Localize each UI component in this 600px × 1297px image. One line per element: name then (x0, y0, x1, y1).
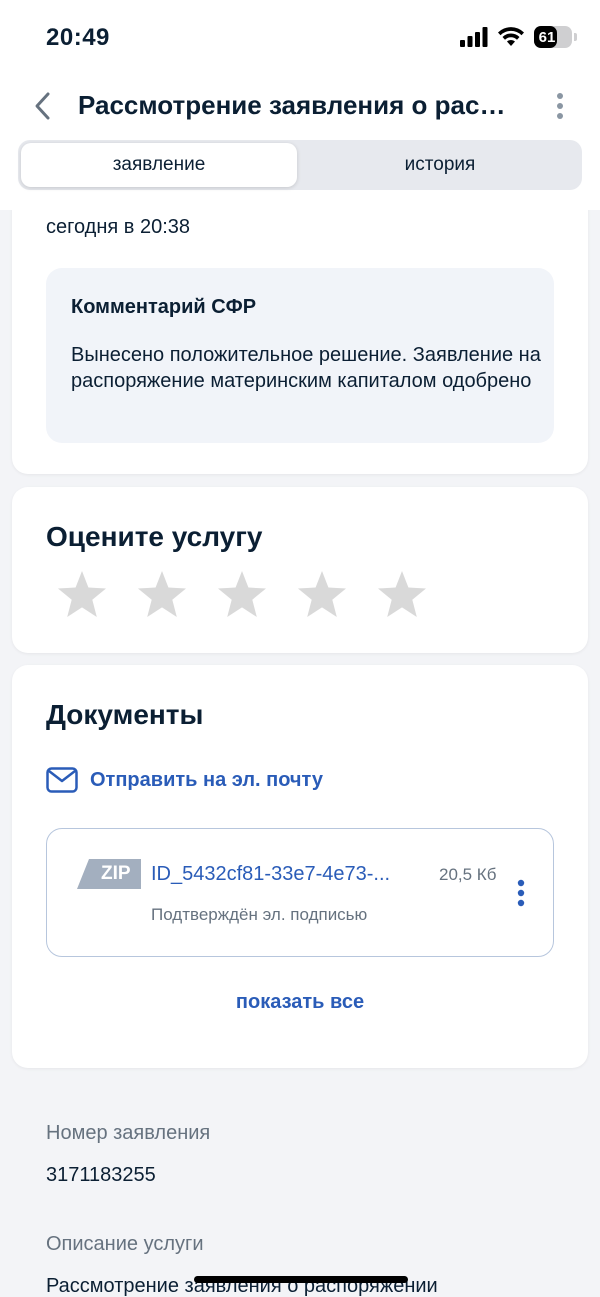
documents-title: Документы (46, 699, 204, 730)
page-title: Рассмотрение заявления о распоряжении (78, 90, 518, 120)
star-icon-2[interactable] (136, 569, 188, 621)
cellular-signal-icon (460, 27, 488, 47)
star-icon-1[interactable] (56, 569, 108, 621)
show-all-button[interactable]: показать все (12, 991, 588, 1014)
send-email-label: Отправить на эл. почту (90, 768, 323, 791)
file-name-link[interactable]: ID_5432cf81-33e7-4e73-... (151, 863, 427, 886)
application-number-label: Номер заявления (46, 1122, 211, 1144)
file-signature-status: Подтверждён эл. подписью (151, 905, 368, 924)
more-options-button[interactable] (546, 88, 574, 124)
service-description-label: Описание услуги (46, 1233, 204, 1255)
comment-text: Вынесено положительное решение. Заявлени… (71, 344, 541, 392)
application-number-value: 3171183255 (46, 1164, 156, 1186)
comment-box: Комментарий СФР Вынесено положительное р… (46, 268, 554, 443)
chevron-left-icon (35, 92, 50, 120)
star-icon-4[interactable] (296, 569, 348, 621)
home-indicator (194, 1276, 408, 1283)
file-item[interactable]: ZIP ID_5432cf81-33e7-4e73-... 20,5 Кб По… (46, 828, 554, 957)
rating-stars (56, 569, 428, 621)
envelope-icon (46, 767, 78, 793)
battery-cap (574, 33, 577, 41)
status-card: сегодня в 20:38 Комментарий СФР Вынесено… (12, 180, 588, 474)
status-time: 20:49 (46, 24, 110, 51)
comment-title: Комментарий СФР (71, 296, 257, 318)
wifi-icon (498, 27, 524, 46)
tab-bar: заявление история (18, 140, 582, 190)
status-date: сегодня в 20:38 (46, 216, 190, 238)
star-icon-5[interactable] (376, 569, 428, 621)
file-menu-button[interactable] (511, 877, 531, 909)
battery-icon: 61 (534, 26, 577, 48)
vertical-dots-icon (517, 879, 525, 907)
header: Рассмотрение заявления о распоряжении за… (0, 76, 600, 210)
documents-card: Документы Отправить на эл. почту ZIP ID_… (12, 665, 588, 1068)
file-type-label: ZIP (101, 863, 131, 884)
send-email-button[interactable]: Отправить на эл. почту (46, 767, 323, 793)
screen: 20:49 61 сегодня в 20:38 Комментарий СФР… (0, 0, 600, 1297)
status-icons: 61 (460, 26, 577, 48)
rating-title: Оцените услугу (46, 521, 263, 552)
back-button[interactable] (26, 88, 58, 124)
star-icon-3[interactable] (216, 569, 268, 621)
tab-application[interactable]: заявление (21, 143, 297, 187)
file-size: 20,5 Кб (439, 865, 497, 884)
rating-card: Оцените услугу (12, 487, 588, 653)
battery-percent: 61 (538, 28, 556, 46)
tab-history[interactable]: история (300, 143, 580, 187)
vertical-dots-icon (557, 93, 563, 119)
status-bar: 20:49 61 (0, 0, 600, 76)
